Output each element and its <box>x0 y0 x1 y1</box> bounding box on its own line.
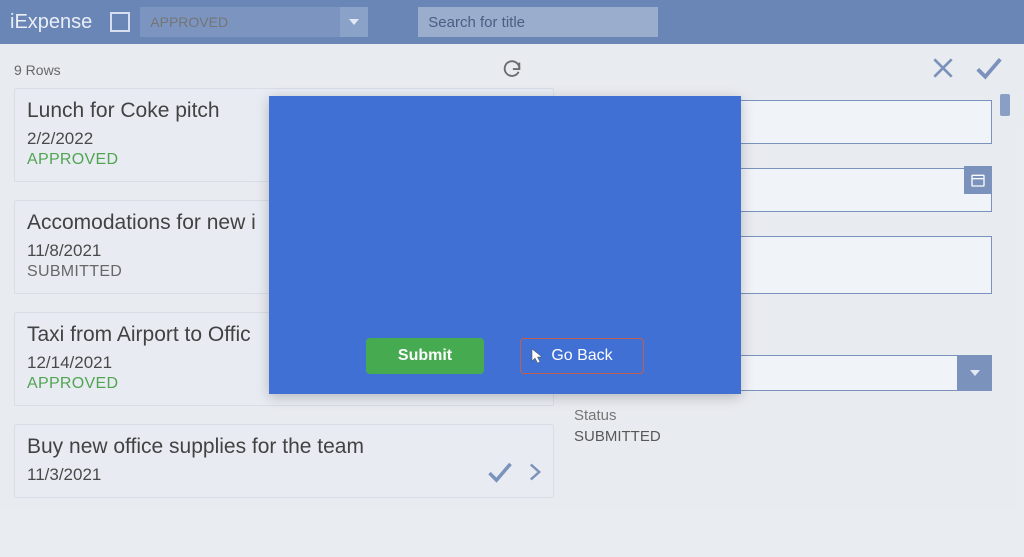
next-chevron-icon[interactable] <box>525 458 545 491</box>
row-count-label: 9 Rows <box>14 62 61 78</box>
scrollbar-thumb[interactable] <box>1000 94 1010 116</box>
page-body: 9 Rows Lunch for Coke pitch 2/2/2022 APP… <box>0 44 1024 557</box>
status-filter-toggle[interactable] <box>340 7 368 37</box>
status-filter-dropdown[interactable] <box>140 7 368 37</box>
chevron-down-icon <box>349 19 359 25</box>
refresh-icon[interactable] <box>501 59 523 81</box>
search-input[interactable] <box>418 7 658 37</box>
confirm-check-icon[interactable] <box>974 53 1004 88</box>
cursor-icon <box>531 348 545 366</box>
go-back-label: Go Back <box>551 347 612 365</box>
close-icon[interactable] <box>930 55 956 86</box>
status-label: Status <box>574 407 992 424</box>
chevron-down-icon <box>970 370 980 376</box>
approve-check-icon[interactable] <box>483 458 517 491</box>
go-back-button[interactable]: Go Back <box>520 338 644 374</box>
expense-card[interactable]: Buy new office supplies for the team 11/… <box>14 424 554 498</box>
status-filter-input[interactable] <box>140 7 340 37</box>
submit-button[interactable]: Submit <box>366 338 484 374</box>
confirm-modal: Submit Go Back <box>269 96 741 394</box>
expense-title: Buy new office supplies for the team <box>27 435 541 459</box>
topbar: iExpense <box>0 0 1024 44</box>
status-field: Status SUBMITTED <box>574 407 992 445</box>
expense-date: 11/3/2021 <box>27 465 541 485</box>
app-title: iExpense <box>10 11 92 34</box>
calendar-icon[interactable] <box>964 166 992 194</box>
filter-checkbox[interactable] <box>110 12 130 32</box>
status-value: SUBMITTED <box>574 428 992 445</box>
category-select-toggle[interactable] <box>958 355 992 391</box>
meta-row: 9 Rows <box>14 52 1010 88</box>
